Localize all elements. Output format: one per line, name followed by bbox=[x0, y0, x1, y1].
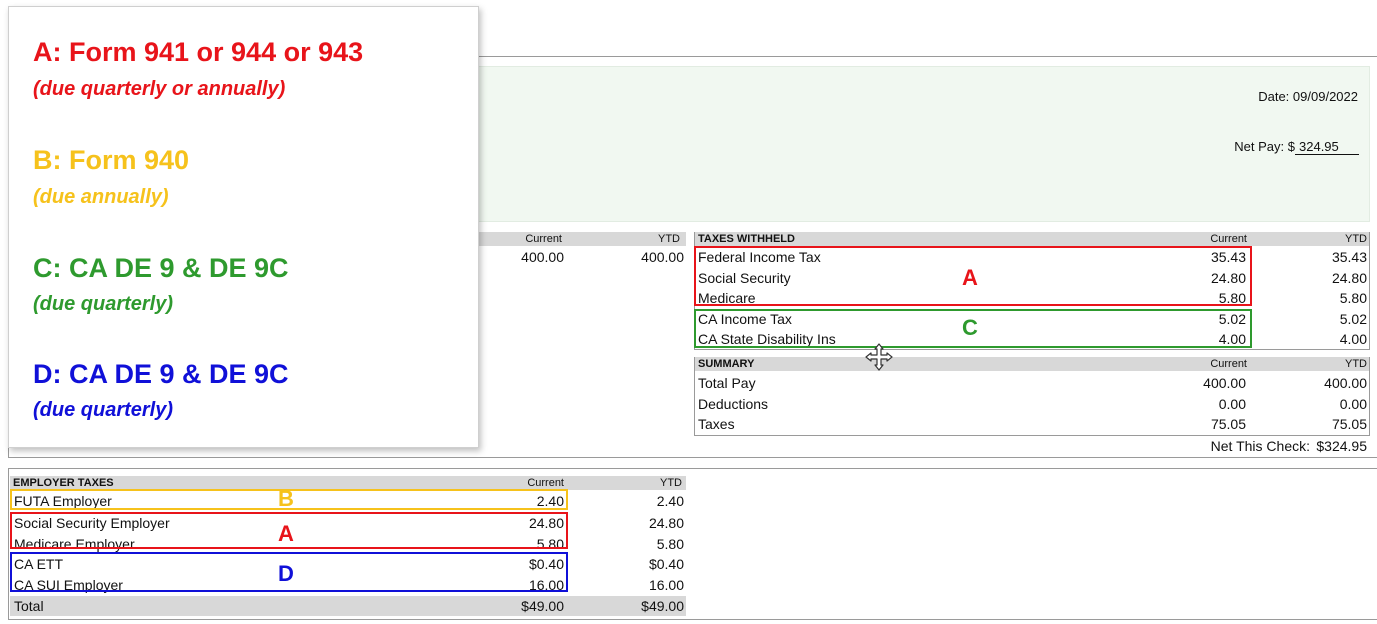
legend-d-subtitle: (due quarterly) bbox=[33, 399, 174, 421]
employer-row-ytd: $0.40 bbox=[648, 556, 684, 572]
pay-date-value: 09/09/2022 bbox=[1292, 89, 1358, 104]
net-this-check-value: $324.95 bbox=[1316, 438, 1367, 454]
net-pay-value: 324.95 bbox=[1295, 139, 1359, 155]
earnings-col-ytd: YTD bbox=[658, 233, 680, 245]
employer-row-ytd: 16.00 bbox=[648, 577, 684, 593]
summary-row-ytd: 0.00 bbox=[1339, 396, 1367, 412]
employer-taxes-title: EMPLOYER TAXES bbox=[13, 477, 114, 489]
employer-total-ytd: $49.00 bbox=[641, 598, 684, 614]
summary-row-name: Total Pay bbox=[698, 375, 756, 391]
employer-row-ytd: 24.80 bbox=[648, 515, 684, 531]
taxes-withheld-title: TAXES WITHHELD bbox=[698, 233, 795, 245]
summary-row-ytd: 400.00 bbox=[1324, 375, 1367, 391]
net-this-check-label: Net This Check: bbox=[1210, 438, 1310, 454]
annotation-label-c: C bbox=[962, 315, 978, 340]
tax-row-ytd: 5.02 bbox=[1339, 311, 1367, 327]
earnings-current: 400.00 bbox=[521, 249, 564, 265]
taxes-col-ytd: YTD bbox=[1345, 233, 1367, 245]
taxes-withheld-header: TAXES WITHHELD Current YTD bbox=[695, 232, 1369, 246]
annotation-label-d: D bbox=[278, 561, 294, 586]
employer-col-current: Current bbox=[527, 477, 564, 489]
employer-total-label: Total bbox=[14, 598, 44, 614]
summary-row-name: Taxes bbox=[698, 416, 735, 432]
tax-row-ytd: 5.80 bbox=[1339, 290, 1367, 306]
legend-a-title: A: Form 941 or 944 or 943 bbox=[33, 37, 364, 67]
legend-c-subtitle: (due quarterly) bbox=[33, 293, 174, 315]
legend-b-title: B: Form 940 bbox=[33, 145, 190, 175]
earnings-col-current: Current bbox=[525, 233, 562, 245]
summary-row-current: 400.00 bbox=[1203, 375, 1246, 391]
employer-row-ytd: 2.40 bbox=[656, 493, 684, 509]
employer-taxes-header: EMPLOYER TAXES Current YTD bbox=[10, 476, 686, 490]
summary-row-name: Deductions bbox=[698, 396, 769, 412]
summary-col-ytd: YTD bbox=[1345, 358, 1367, 370]
annotation-label-a: A bbox=[962, 265, 978, 290]
legend-a-subtitle: (due quarterly or annually) bbox=[33, 78, 286, 100]
tax-row-ytd: 24.80 bbox=[1331, 270, 1367, 286]
legend-c-title: C: CA DE 9 & DE 9C bbox=[33, 253, 289, 283]
summary-row-current: 75.05 bbox=[1210, 416, 1246, 432]
annotation-label-a-employer: A bbox=[278, 521, 294, 546]
tax-row-ytd: 4.00 bbox=[1339, 331, 1367, 347]
taxes-col-current: Current bbox=[1210, 233, 1247, 245]
tax-row-ytd: 35.43 bbox=[1331, 249, 1367, 265]
net-pay-label: Net Pay: $ bbox=[1234, 139, 1295, 154]
legend-d-title: D: CA DE 9 & DE 9C bbox=[33, 359, 289, 389]
employer-total-current: $49.00 bbox=[521, 598, 564, 614]
pay-date: Date: 09/09/2022 bbox=[1258, 89, 1358, 104]
annotation-label-b: B bbox=[278, 486, 294, 511]
move-cursor-icon bbox=[865, 343, 893, 371]
earnings-header: Current YTD bbox=[476, 232, 686, 246]
summary-row-current: 0.00 bbox=[1218, 396, 1246, 412]
summary-header: SUMMARY Current YTD bbox=[695, 357, 1369, 371]
employer-row-ytd: 5.80 bbox=[656, 536, 684, 552]
employer-col-ytd: YTD bbox=[660, 477, 682, 489]
legend-card: A: Form 941 or 944 or 943 (due quarterly… bbox=[8, 6, 479, 448]
summary-title: SUMMARY bbox=[698, 358, 755, 370]
legend-b-subtitle: (due annually) bbox=[33, 186, 169, 208]
summary-row-ytd: 75.05 bbox=[1331, 416, 1367, 432]
pay-date-label: Date: bbox=[1258, 89, 1290, 104]
summary-col-current: Current bbox=[1210, 358, 1247, 370]
earnings-ytd: 400.00 bbox=[641, 249, 684, 265]
